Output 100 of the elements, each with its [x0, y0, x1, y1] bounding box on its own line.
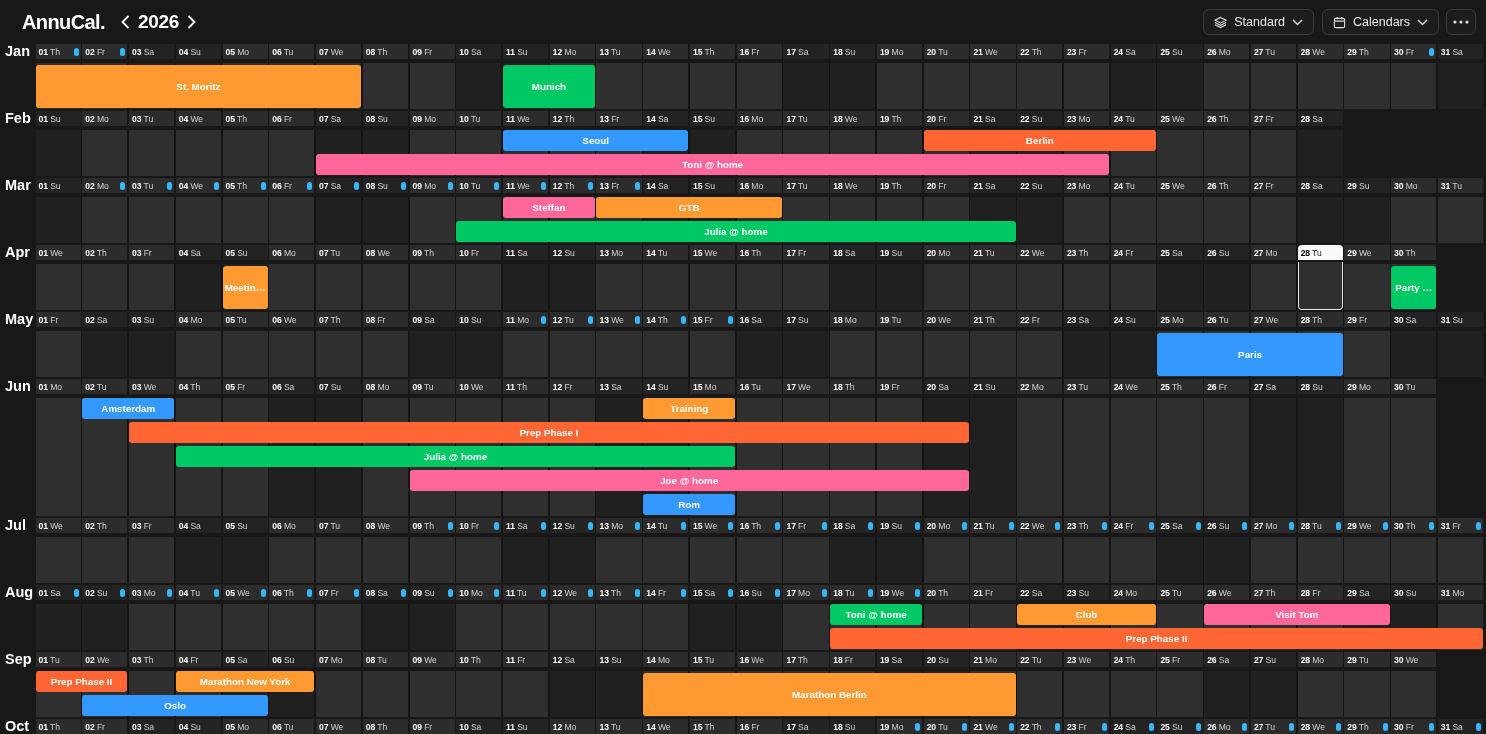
- view-dropdown[interactable]: Standard: [1203, 9, 1314, 35]
- day-label: 22 Th: [1020, 721, 1042, 732]
- event-bar[interactable]: Joe @ home: [409, 469, 969, 491]
- day-label: 08 Tu: [365, 654, 387, 665]
- day-label: 04 Su: [178, 721, 201, 732]
- event-bar[interactable]: Munich: [503, 64, 595, 108]
- day-label: 04 Tu: [178, 587, 200, 598]
- event-bar[interactable]: Marathon Berlin: [643, 672, 1016, 716]
- day-label: 26 Mo: [1207, 721, 1231, 732]
- day-label: 23 Su: [1066, 587, 1089, 598]
- event-bar[interactable]: Berlin: [923, 129, 1156, 151]
- day-label: 25 We: [1160, 113, 1185, 124]
- day-label: 24 Fr: [1113, 520, 1134, 531]
- event-bar[interactable]: Meetin…: [222, 265, 268, 309]
- month-label: Jul: [4, 518, 27, 533]
- day-label: 15 Th: [692, 721, 715, 732]
- event-bar[interactable]: Prep Phase II: [35, 670, 128, 692]
- day-label: 23 Th: [1066, 520, 1089, 531]
- event-bar[interactable]: Prep Phase I: [129, 421, 969, 443]
- calendars-dropdown[interactable]: Calendars: [1322, 9, 1439, 35]
- day-label: 13 Fr: [599, 113, 620, 124]
- event-bar[interactable]: Rom: [643, 493, 736, 515]
- day-label: 29 We: [1347, 247, 1372, 258]
- day-label: 25 We: [1160, 180, 1185, 191]
- day-label: 05 We: [225, 587, 250, 598]
- day-label: 20 Th: [926, 587, 948, 598]
- day-label: 23 Mo: [1066, 180, 1091, 191]
- event-bar[interactable]: St. Moritz: [35, 64, 362, 108]
- day-label: 28 We: [1300, 721, 1325, 732]
- event-bar[interactable]: Training: [643, 397, 736, 419]
- event-bar[interactable]: Oslo: [82, 694, 268, 716]
- day-label: 10 Mo: [459, 587, 483, 598]
- day-label: 23 Mo: [1066, 113, 1091, 124]
- day-label: 21 Mo: [973, 654, 997, 665]
- day-label: 24 Sa: [1113, 721, 1136, 732]
- day-label: 28 Fr: [1300, 587, 1321, 598]
- day-label: 12 Su: [552, 520, 575, 531]
- day-label: 08 Th: [365, 46, 388, 57]
- day-label: 19 Su: [879, 247, 902, 258]
- event-bar[interactable]: Steffan: [503, 196, 595, 218]
- event-bar[interactable]: GTB: [596, 196, 782, 218]
- day-label: 02 Th: [85, 247, 107, 258]
- day-label: 01 Sa: [38, 587, 61, 598]
- day-label: 01 Th: [38, 46, 60, 57]
- day-label: 10 Fr: [459, 520, 479, 531]
- year-label: 2026: [138, 11, 180, 33]
- day-label: 11 Sa: [506, 247, 528, 258]
- day-label: 10 Tu: [459, 113, 481, 124]
- day-label: 04 We: [178, 113, 203, 124]
- event-bar[interactable]: Prep Phase II: [830, 627, 1483, 649]
- day-label: 11 We: [506, 113, 530, 124]
- app-logo: AnnuCal.: [22, 10, 105, 34]
- day-label: 10 Sa: [459, 721, 482, 732]
- day-label: 28 Su: [1300, 381, 1323, 392]
- day-label: 23 Th: [1066, 247, 1089, 258]
- event-bar[interactable]: Marathon New York: [175, 670, 315, 692]
- day-label: 12 Fr: [552, 381, 573, 392]
- event-bar[interactable]: Amsterdam: [82, 397, 175, 419]
- day-label: 29 Su: [1347, 180, 1370, 191]
- day-label: 03 Th: [132, 654, 154, 665]
- more-button[interactable]: [1446, 9, 1476, 35]
- day-label: 16 Mo: [739, 113, 764, 124]
- day-label: 30 Mo: [1394, 180, 1418, 191]
- day-label: 03 Tu: [132, 113, 154, 124]
- event-bar[interactable]: Club: [1017, 603, 1156, 625]
- day-label: 07 Th: [319, 314, 341, 325]
- event-bar[interactable]: Toni @ home: [830, 603, 923, 625]
- day-label: 12 Mo: [552, 721, 577, 732]
- event-bar[interactable]: Julia @ home: [175, 445, 736, 467]
- event-bar[interactable]: Toni @ home: [316, 153, 1110, 175]
- day-label: 07 Su: [319, 381, 341, 392]
- day-label: 18 Mo: [833, 314, 857, 325]
- day-label: 21 Th: [973, 314, 995, 325]
- day-label: 20 Tu: [926, 721, 948, 732]
- day-label: 06 Mo: [272, 247, 296, 258]
- event-bar[interactable]: Julia @ home: [456, 220, 1016, 242]
- day-label: 21 Tu: [973, 520, 995, 531]
- event-bar[interactable]: Party …: [1391, 265, 1437, 309]
- day-label: 07 We: [319, 46, 344, 57]
- day-label: 07 Mo: [319, 654, 343, 665]
- day-label: 16 Su: [739, 587, 762, 598]
- day-label: 19 Fr: [879, 381, 900, 392]
- day-label: 11 Mo: [506, 314, 529, 325]
- day-label: 01 Mo: [38, 381, 62, 392]
- day-label: 24 We: [1113, 381, 1138, 392]
- day-label: 13 Tu: [599, 721, 621, 732]
- day-label: 12 Th: [552, 113, 575, 124]
- day-label: 26 Fr: [1207, 381, 1227, 392]
- event-bar[interactable]: Seoul: [503, 129, 689, 151]
- previous-year-button[interactable]: [119, 13, 132, 31]
- day-label: 30 Fr: [1394, 46, 1414, 57]
- day-label: 13 Su: [599, 654, 622, 665]
- chevron-right-icon: [187, 15, 197, 29]
- day-label: 15 Sa: [692, 587, 715, 598]
- day-label: 20 Fr: [926, 113, 947, 124]
- day-label: 19 Mo: [879, 46, 904, 57]
- event-bar[interactable]: Paris: [1157, 332, 1343, 376]
- day-label: 31 Sa: [1440, 46, 1463, 57]
- day-label: 26 Th: [1207, 113, 1229, 124]
- event-bar[interactable]: Visit Tom: [1204, 603, 1390, 625]
